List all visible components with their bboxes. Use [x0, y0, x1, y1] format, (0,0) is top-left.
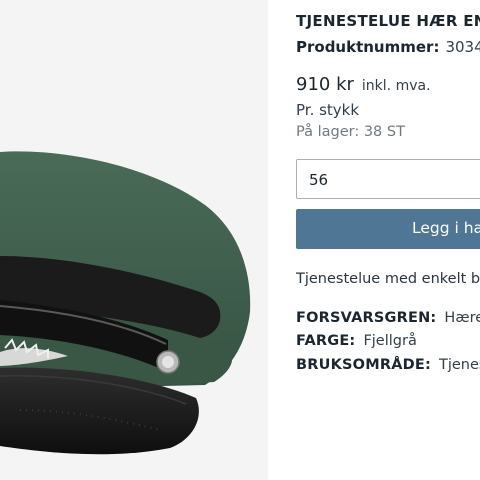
- product-description: Tjenestelue med enkelt bro: [296, 271, 480, 287]
- attribute-key: BRUKSOMRÅDE:: [296, 357, 431, 373]
- attribute-key: FARGE:: [296, 333, 356, 349]
- vat-note: inkl. mva.: [361, 78, 431, 94]
- product-number-label: Produktnummer:: [296, 38, 440, 56]
- product-info: TJENESTELUE HÆR EN Produktnummer:303435 …: [296, 0, 480, 480]
- stock-status: På lager: 38 ST: [296, 124, 405, 140]
- attribute-branch: FORSVARSGREN: Hæren: [296, 310, 480, 326]
- attribute-value: Fjellgrå: [363, 333, 417, 349]
- attribute-value: Hæren: [444, 310, 480, 326]
- price-amount: 910 kr: [296, 74, 354, 95]
- attribute-usage: BRUKSOMRÅDE: Tjeneste: [296, 357, 480, 373]
- product-number: Produktnummer: 303435: [296, 38, 480, 56]
- price: 910 kr inkl. mva.: [296, 74, 431, 95]
- product-number-value: 303435: [445, 38, 480, 56]
- add-to-cart-label: Legg i han: [412, 219, 480, 237]
- product-image[interactable]: [0, 0, 268, 480]
- attribute-value: Tjeneste: [438, 357, 480, 373]
- add-to-cart-button[interactable]: Legg i han: [296, 209, 480, 249]
- size-select[interactable]: 56: [296, 159, 480, 199]
- service-cap-image: [0, 151, 251, 455]
- unit-label: Pr. stykk: [296, 101, 360, 119]
- attribute-color: FARGE: Fjellgrå: [296, 333, 417, 349]
- product-title: TJENESTELUE HÆR EN: [296, 12, 480, 30]
- size-select-value: 56: [309, 171, 329, 189]
- attribute-key: FORSVARSGREN:: [296, 310, 437, 326]
